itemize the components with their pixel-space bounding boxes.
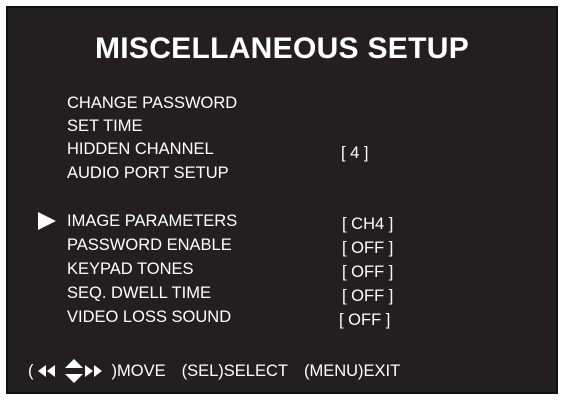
menu-item-password-enable[interactable]: PASSWORD ENABLE [67, 235, 232, 255]
page-title: MISCELLANEOUS SETUP [94, 32, 470, 65]
menu-item-hidden-channel[interactable]: HIDDEN CHANNEL [67, 139, 214, 159]
arrow-keys-icon [37, 358, 110, 384]
footer-open-paren: ( [28, 362, 34, 380]
menu-item-audio-port-setup[interactable]: AUDIO PORT SETUP [67, 163, 229, 183]
footer-select-label: (SEL)SELECT [181, 362, 288, 380]
menu-item-video-loss-sound[interactable]: VIDEO LOSS SOUND [67, 307, 231, 327]
seq-dwell-time-value: [ OFF ] [342, 287, 394, 305]
menu-item-change-password[interactable]: CHANGE PASSWORD [67, 93, 237, 113]
password-enable-value: [ OFF ] [342, 239, 394, 257]
menu-item-seq-dwell-time[interactable]: SEQ. DWELL TIME [67, 283, 211, 303]
footer-help: ( )MOVE (SEL)SELECT (MENU)EXIT [28, 358, 400, 384]
menu-item-keypad-tones[interactable]: KEYPAD TONES [67, 259, 194, 279]
hidden-channel-value: [ 4 ] [341, 144, 369, 162]
image-parameters-value: [ CH4 ] [342, 215, 394, 233]
menu-item-image-parameters[interactable]: IMAGE PARAMETERS [67, 211, 237, 231]
menu-item-set-time[interactable]: SET TIME [67, 116, 143, 136]
footer-move-label: )MOVE [111, 362, 166, 380]
footer-exit-label: (MENU)EXIT [303, 362, 401, 380]
video-loss-sound-value: [ OFF ] [339, 311, 391, 329]
keypad-tones-value: [ OFF ] [342, 263, 394, 281]
osd-menu-screen: MISCELLANEOUS SETUP CHANGE PASSWORD SET … [6, 6, 558, 394]
selection-cursor-icon [38, 212, 56, 230]
